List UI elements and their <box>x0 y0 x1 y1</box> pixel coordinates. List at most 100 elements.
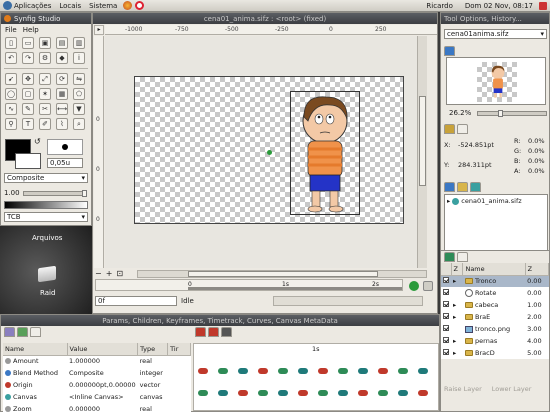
rectangle-tool-icon[interactable]: ▢ <box>22 88 34 100</box>
help-icon[interactable] <box>135 1 145 10</box>
layer-row[interactable]: tronco.png 3.00 <box>441 323 549 335</box>
param-value[interactable]: 1.000000 <box>69 357 100 365</box>
about-icon[interactable]: i <box>73 52 85 64</box>
tab-sound[interactable] <box>221 327 232 337</box>
param-row[interactable]: Blend Method Composite integer <box>3 367 191 379</box>
eyedropper-tool-icon[interactable]: ⚲ <box>5 118 17 130</box>
sketch-tool-icon[interactable]: ✐ <box>39 118 51 130</box>
star-tool-icon[interactable]: ✶ <box>39 88 51 100</box>
waypoint[interactable] <box>258 390 268 396</box>
slider-thumb[interactable] <box>498 110 503 117</box>
canvas-tree-item[interactable]: ▸ cena01_anima.sifz <box>445 195 547 207</box>
navigator-preview[interactable] <box>446 57 546 105</box>
timebar[interactable]: 0 1s 2s <box>95 279 403 291</box>
fill-color-swatch[interactable] <box>15 153 41 169</box>
waypoint[interactable] <box>358 390 368 396</box>
waypoint[interactable] <box>278 368 288 374</box>
params-titlebar[interactable]: Params, Children, Keyframes, Timetrack, … <box>1 315 439 326</box>
waypoint[interactable] <box>338 390 348 396</box>
col-active[interactable] <box>441 263 452 276</box>
mirror-tool-icon[interactable]: ⇋ <box>73 73 85 85</box>
fill-tool-icon[interactable]: ▼ <box>73 103 85 115</box>
tab-canvas-browser[interactable] <box>444 182 455 192</box>
layer-active-checkbox[interactable] <box>443 349 449 355</box>
param-value[interactable]: 0.000000 <box>69 405 100 412</box>
col-zdepth[interactable]: Z <box>525 263 550 276</box>
waypoint[interactable] <box>198 390 208 396</box>
tab-timetrack[interactable] <box>195 327 206 337</box>
param-value[interactable]: 0.000000pt,0.00000 <box>69 381 136 389</box>
waypoint[interactable] <box>378 390 388 396</box>
menu-applications[interactable]: Aplicações <box>14 2 51 10</box>
waypoint[interactable] <box>218 390 228 396</box>
brush-width-field[interactable]: 0,05u <box>47 158 83 168</box>
canvas-center-handle[interactable] <box>267 150 272 155</box>
save-as-icon[interactable]: ▤ <box>56 37 68 49</box>
gradient-tool-icon[interactable]: ▦ <box>56 88 68 100</box>
horizontal-scrollbar[interactable] <box>137 270 427 278</box>
gradient-swatch[interactable] <box>4 201 88 209</box>
text-tool-icon[interactable]: T <box>22 118 34 130</box>
param-row[interactable]: Amount 1.000000 real <box>3 355 191 367</box>
spline-tool-icon[interactable]: ∿ <box>5 103 17 115</box>
param-value[interactable]: <Inline Canvas> <box>69 393 124 401</box>
raise-layer-button[interactable]: Raise Layer <box>444 385 482 393</box>
amount-slider[interactable] <box>23 190 87 197</box>
expander-icon[interactable]: ▸ <box>453 277 456 285</box>
swap-colors-icon[interactable]: ↺ <box>34 137 41 146</box>
menu-system[interactable]: Sistema <box>89 2 117 10</box>
layer-active-checkbox[interactable] <box>443 289 449 295</box>
tab-children[interactable] <box>17 327 28 337</box>
interpolation-select[interactable]: TCB ▾ <box>4 212 88 222</box>
scrollbar-thumb[interactable] <box>188 271 378 277</box>
current-time-field[interactable]: 0f <box>95 296 177 306</box>
waypoint[interactable] <box>238 390 248 396</box>
layer-active-checkbox[interactable] <box>443 325 449 331</box>
blend-method-select[interactable]: Composite ▾ <box>4 173 88 183</box>
rotate-tool-icon[interactable]: ⟳ <box>56 73 68 85</box>
polygon-tool-icon[interactable]: ⬠ <box>73 88 85 100</box>
width-tool-icon[interactable]: ⟷ <box>56 103 68 115</box>
timetrack[interactable]: 1s <box>193 343 439 411</box>
character-illustration[interactable] <box>290 91 360 215</box>
tab-library-layers[interactable] <box>457 252 468 262</box>
canvas-titlebar[interactable]: cena01_anima.sifz : <root> (fixed) <box>93 13 437 24</box>
tab-params[interactable] <box>4 327 15 337</box>
col-param-type[interactable]: Type <box>137 343 169 356</box>
layer-active-checkbox[interactable] <box>443 313 449 319</box>
transform-tool-icon[interactable]: ➹ <box>5 73 17 85</box>
panel-clock[interactable]: Dom 02 Nov, 08:17 <box>465 2 533 10</box>
work-area[interactable] <box>105 36 427 268</box>
param-value[interactable]: Composite <box>69 369 104 377</box>
draw-tool-icon[interactable]: ✎ <box>22 103 34 115</box>
expander-icon[interactable]: ▸ <box>453 349 456 357</box>
expander-icon[interactable]: ▸ <box>447 197 450 205</box>
drive-icon[interactable] <box>38 265 56 283</box>
smooth-move-tool-icon[interactable]: ✥ <box>22 73 34 85</box>
tab-keyframes[interactable] <box>457 182 468 192</box>
zoom-in-icon[interactable]: + <box>106 269 113 278</box>
waypoint[interactable] <box>418 368 428 374</box>
raid-label[interactable]: Raid <box>40 289 55 297</box>
col-param-time[interactable]: Tir <box>167 343 191 356</box>
arquivos-label[interactable]: Arquivos <box>32 234 62 242</box>
gnome-foot-icon[interactable] <box>3 1 12 10</box>
col-z[interactable]: Z <box>451 263 464 276</box>
layer-active-checkbox[interactable] <box>443 277 449 284</box>
firefox-icon[interactable] <box>123 1 133 10</box>
layer-active-checkbox[interactable] <box>443 337 449 343</box>
waypoint[interactable] <box>298 368 308 374</box>
waypoint[interactable] <box>318 390 328 396</box>
param-row[interactable]: Zoom 0.000000 real <box>3 403 191 412</box>
logout-icon[interactable] <box>539 1 547 10</box>
waypoint[interactable] <box>398 368 408 374</box>
menu-file[interactable]: File <box>5 26 17 34</box>
expander-icon[interactable]: ▸ <box>453 313 456 321</box>
redo-icon[interactable]: ↷ <box>22 52 34 64</box>
col-param-name[interactable]: Name <box>3 343 68 356</box>
cutout-tool-icon[interactable]: ✂ <box>39 103 51 115</box>
menu-arrow-icon[interactable]: ▸ <box>94 25 104 35</box>
render-icon[interactable]: ◆ <box>56 52 68 64</box>
layer-row[interactable]: ▸ Tronco 0.00 <box>441 275 549 287</box>
tab-info[interactable] <box>444 124 455 134</box>
